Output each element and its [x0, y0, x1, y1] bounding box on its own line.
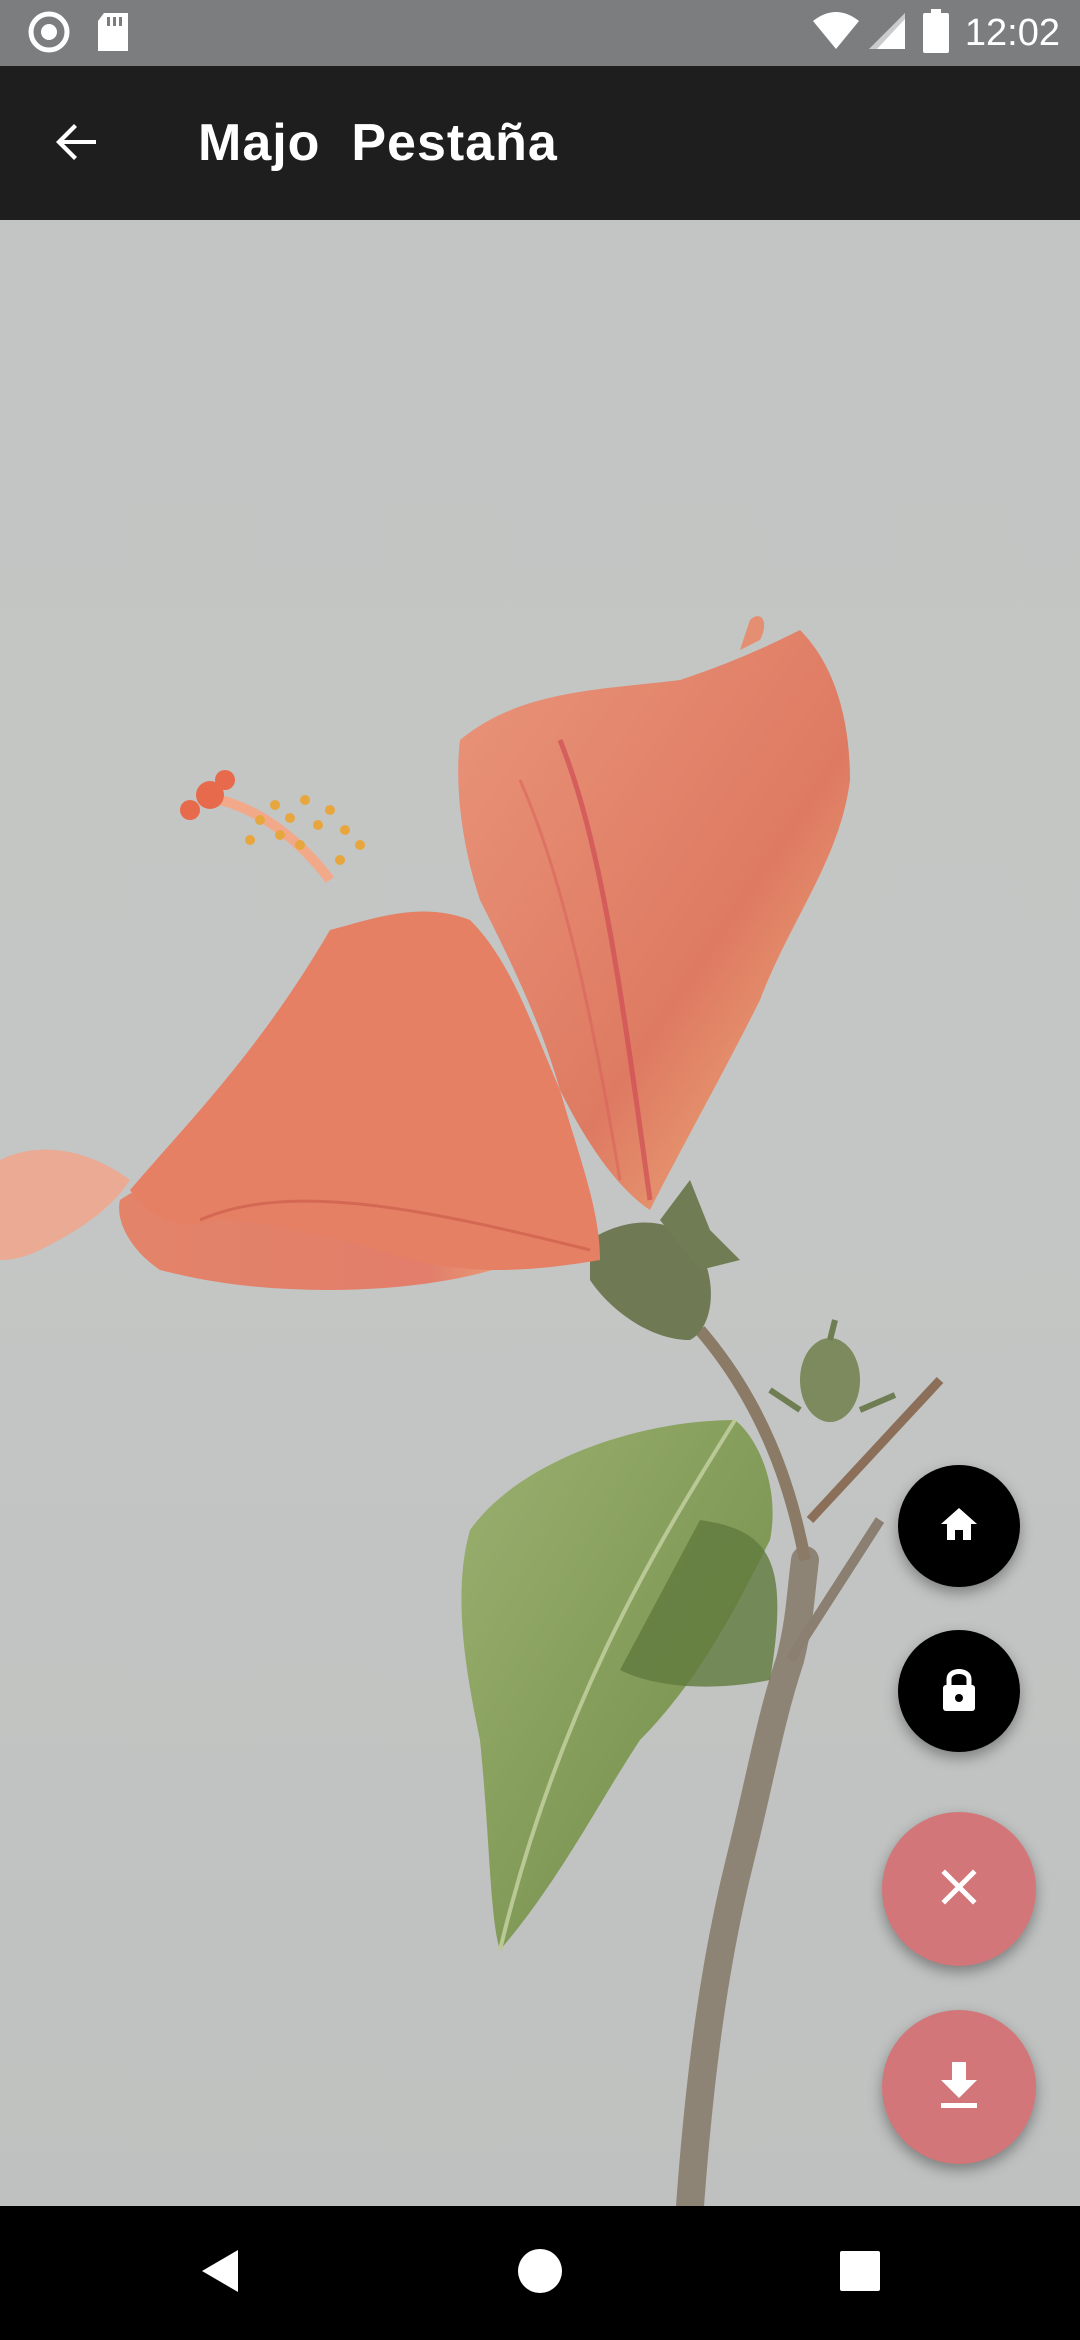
status-left-icons	[28, 11, 130, 58]
lock-icon	[939, 1665, 979, 1718]
home-button[interactable]	[898, 1465, 1020, 1587]
signal-icon	[867, 11, 907, 56]
nav-back-button[interactable]	[180, 2233, 260, 2313]
back-button[interactable]	[40, 108, 112, 180]
navigation-bar	[0, 2206, 1080, 2340]
lock-button[interactable]	[898, 1630, 1020, 1752]
sd-card-icon	[96, 11, 130, 58]
app-bar: Majo Pestaña	[0, 66, 1080, 220]
status-bar: 12:02	[0, 0, 1080, 66]
nav-recents-button[interactable]	[820, 2233, 900, 2313]
download-button[interactable]	[882, 2010, 1036, 2164]
recents-square-icon	[839, 2250, 881, 2297]
home-icon	[937, 1502, 981, 1551]
status-right-icons: 12:02	[811, 0, 1060, 66]
record-icon	[28, 11, 70, 58]
arrow-back-icon	[52, 118, 100, 171]
close-button[interactable]	[882, 1812, 1036, 1966]
close-icon	[939, 1867, 979, 1912]
battery-icon	[922, 8, 949, 58]
screen: 12:02 Majo Pestaña	[0, 0, 1080, 2340]
nav-home-button[interactable]	[500, 2233, 580, 2313]
wifi-icon	[811, 11, 861, 56]
app-title: Majo Pestaña	[198, 114, 558, 172]
back-triangle-icon	[198, 2246, 242, 2301]
status-time: 12:02	[964, 11, 1060, 54]
home-circle-icon	[516, 2247, 564, 2300]
download-icon	[937, 2060, 981, 2115]
